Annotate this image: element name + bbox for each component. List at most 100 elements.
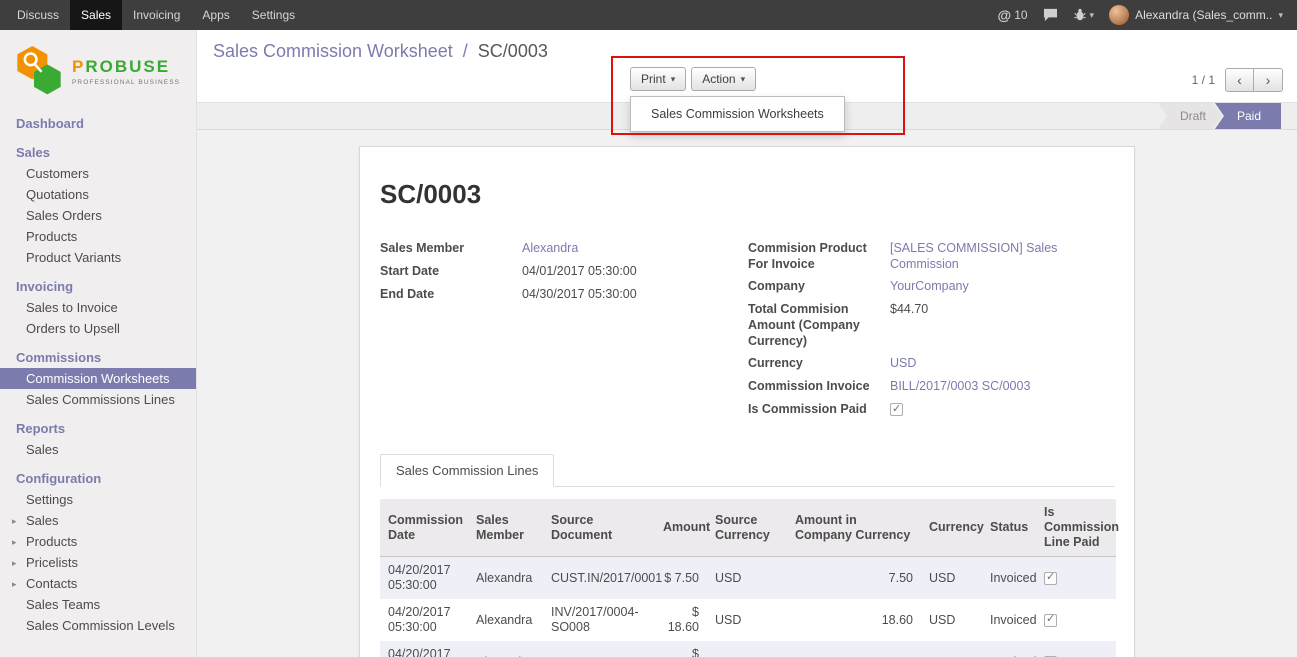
cell-status: Invoiced: [982, 641, 1036, 657]
sidebar-item[interactable]: Commission Worksheets: [0, 368, 196, 389]
page: Discuss Sales Invoicing Apps Settings @ …: [0, 0, 1297, 657]
breadcrumb-parent-link[interactable]: Sales Commission Worksheet: [213, 41, 453, 61]
field-value-text[interactable]: 04/01/2017 05:30:00: [522, 264, 637, 278]
user-menu[interactable]: Alexandra (Sales_comm.. ▾: [1109, 5, 1283, 25]
status-step[interactable]: Draft: [1158, 103, 1222, 129]
sidebar-item[interactable]: Products: [0, 531, 196, 552]
sidebar-section-heading[interactable]: Sales: [0, 142, 196, 163]
field-value: 04/30/2017 05:30:00: [522, 286, 748, 302]
field-value-text[interactable]: BILL/2017/0003 SC/0003: [890, 379, 1030, 393]
col-header-source-currency: Source Currency: [707, 499, 787, 557]
cell-amount: $ 18.60: [655, 641, 707, 657]
field-checkbox[interactable]: [890, 403, 903, 416]
field-label: Start Date: [380, 263, 522, 279]
cell-amount: $ 7.50: [655, 557, 707, 600]
sidebar-section: Configuration Settings Sales Products Pr…: [0, 468, 196, 636]
brand-name: PROBUSE: [72, 57, 180, 77]
commission-line-row[interactable]: 04/20/2017 05:30:00 Alexandra INV/2017/0…: [380, 599, 1116, 641]
cell-sales-member: Alexandra: [468, 557, 543, 600]
field-value: $44.70: [890, 301, 1116, 317]
sidebar-item[interactable]: Sales Orders: [0, 205, 196, 226]
sidebar-item[interactable]: Sales: [0, 439, 196, 460]
notebook: Sales Commission Lines Commission Date S…: [380, 454, 1114, 657]
table-header-row: Commission Date Sales Member Source Docu…: [380, 499, 1116, 557]
sidebar-item[interactable]: Sales Commission Levels: [0, 615, 196, 636]
cell-line-paid: [1036, 557, 1116, 600]
field-label: Currency: [748, 355, 890, 371]
sidebar-item[interactable]: Sales: [0, 510, 196, 531]
action-button-label: Action: [702, 72, 735, 86]
sidebar-item[interactable]: Sales Teams: [0, 594, 196, 615]
status-step[interactable]: Paid: [1215, 103, 1281, 129]
mentions-icon[interactable]: @ 10: [998, 7, 1028, 23]
pager-next-button[interactable]: ›: [1254, 68, 1283, 92]
field-row: Currency USD: [748, 355, 1116, 372]
field-value-text[interactable]: $44.70: [890, 302, 928, 316]
field-value-text[interactable]: USD: [890, 356, 916, 370]
field-value-text[interactable]: [SALES COMMISSION] Sales Commission: [890, 241, 1057, 271]
sidebar-section-heading[interactable]: Reports: [0, 418, 196, 439]
top-menu-item[interactable]: Invoicing: [122, 0, 191, 30]
col-header-is-commission-line-paid: Is Commission Line Paid: [1036, 499, 1116, 557]
cell-source-document: INV/2017/0004-SO008: [543, 599, 655, 641]
sidebar-section-heading[interactable]: Invoicing: [0, 276, 196, 297]
sidebar-item[interactable]: Sales Commissions Lines: [0, 389, 196, 410]
debug-icon[interactable]: ▾: [1073, 8, 1095, 22]
form-sheet: SC/0003 Sales Member Alexandra: [359, 146, 1135, 657]
print-button[interactable]: Print ▾: [630, 67, 686, 91]
top-menu-item[interactable]: Discuss: [6, 0, 70, 30]
line-paid-checkbox: [1044, 572, 1057, 585]
caret-down-icon: ▾: [1090, 10, 1095, 21]
messages-icon[interactable]: [1043, 8, 1058, 22]
sidebar-item[interactable]: Contacts: [0, 573, 196, 594]
tab-sales-commission-lines[interactable]: Sales Commission Lines: [380, 454, 554, 487]
sidebar-item[interactable]: Customers: [0, 163, 196, 184]
sidebar-item[interactable]: Orders to Upsell: [0, 318, 196, 339]
cell-line-paid: [1036, 641, 1116, 657]
cell-currency: USD: [921, 557, 982, 600]
cell-status: Invoiced: [982, 599, 1036, 641]
print-dropdown-menu: Sales Commission Worksheets: [630, 96, 845, 132]
action-button[interactable]: Action ▾: [691, 67, 756, 91]
field-group-right: Commision Product For Invoice [SALES COM…: [748, 240, 1116, 424]
brand-tagline: PROFESSIONAL BUSINESS: [72, 79, 180, 86]
pager-buttons: ‹ ›: [1225, 68, 1283, 92]
field-label: Company: [748, 278, 890, 294]
sidebar-item[interactable]: Settings: [0, 489, 196, 510]
sidebar-item[interactable]: Pricelists: [0, 552, 196, 573]
commission-line-row[interactable]: 04/20/2017 05:30:00 Alexandra CUST.IN/20…: [380, 557, 1116, 600]
sidebar-item[interactable]: Product Variants: [0, 247, 196, 268]
top-menu-item[interactable]: Settings: [241, 0, 306, 30]
cell-amount-company-currency: 7.50: [787, 557, 921, 600]
sidebar-section-heading[interactable]: Commissions: [0, 347, 196, 368]
top-menu-item[interactable]: Apps: [191, 0, 240, 30]
field-value: 04/01/2017 05:30:00: [522, 263, 748, 279]
form-area: SC/0003 Sales Member Alexandra: [197, 130, 1297, 657]
top-menu-item[interactable]: Sales: [70, 0, 122, 30]
field-group-left: Sales Member Alexandra Start Date: [380, 240, 748, 424]
field-label: Commission Invoice: [748, 378, 890, 394]
field-value-text[interactable]: YourCompany: [890, 279, 969, 293]
field-value: BILL/2017/0003 SC/0003: [890, 378, 1116, 394]
breadcrumb-separator: /: [458, 41, 473, 61]
sidebar-section-heading[interactable]: Dashboard: [0, 113, 196, 134]
cell-amount-company-currency: 18.60: [787, 641, 921, 657]
sidebar-item[interactable]: Products: [0, 226, 196, 247]
field-row: Start Date 04/01/2017 05:30:00: [380, 263, 748, 280]
cell-status: Invoiced: [982, 557, 1036, 600]
dropdown-item-sales-commission-worksheets[interactable]: Sales Commission Worksheets: [631, 101, 844, 127]
commission-line-row[interactable]: 04/20/2017 10:35:53 Alexandra SO008 $ 18…: [380, 641, 1116, 657]
field-value-text[interactable]: Alexandra: [522, 241, 578, 255]
topbar: Discuss Sales Invoicing Apps Settings @ …: [0, 0, 1297, 30]
sidebar: PROBUSE PROFESSIONAL BUSINESS Dashboard …: [0, 30, 197, 657]
sidebar-menu: Dashboard Sales Customers Quotations Sal…: [0, 113, 196, 636]
sidebar-section: Reports Sales: [0, 418, 196, 460]
sidebar-item[interactable]: Sales to Invoice: [0, 297, 196, 318]
pager-previous-button[interactable]: ‹: [1225, 68, 1254, 92]
sidebar-section-heading[interactable]: Configuration: [0, 468, 196, 489]
brand-logo[interactable]: PROBUSE PROFESSIONAL BUSINESS: [0, 30, 196, 111]
tab-bar: Sales Commission Lines: [380, 454, 1114, 487]
sidebar-item[interactable]: Quotations: [0, 184, 196, 205]
field-value-text[interactable]: 04/30/2017 05:30:00: [522, 287, 637, 301]
line-paid-checkbox: [1044, 614, 1057, 627]
